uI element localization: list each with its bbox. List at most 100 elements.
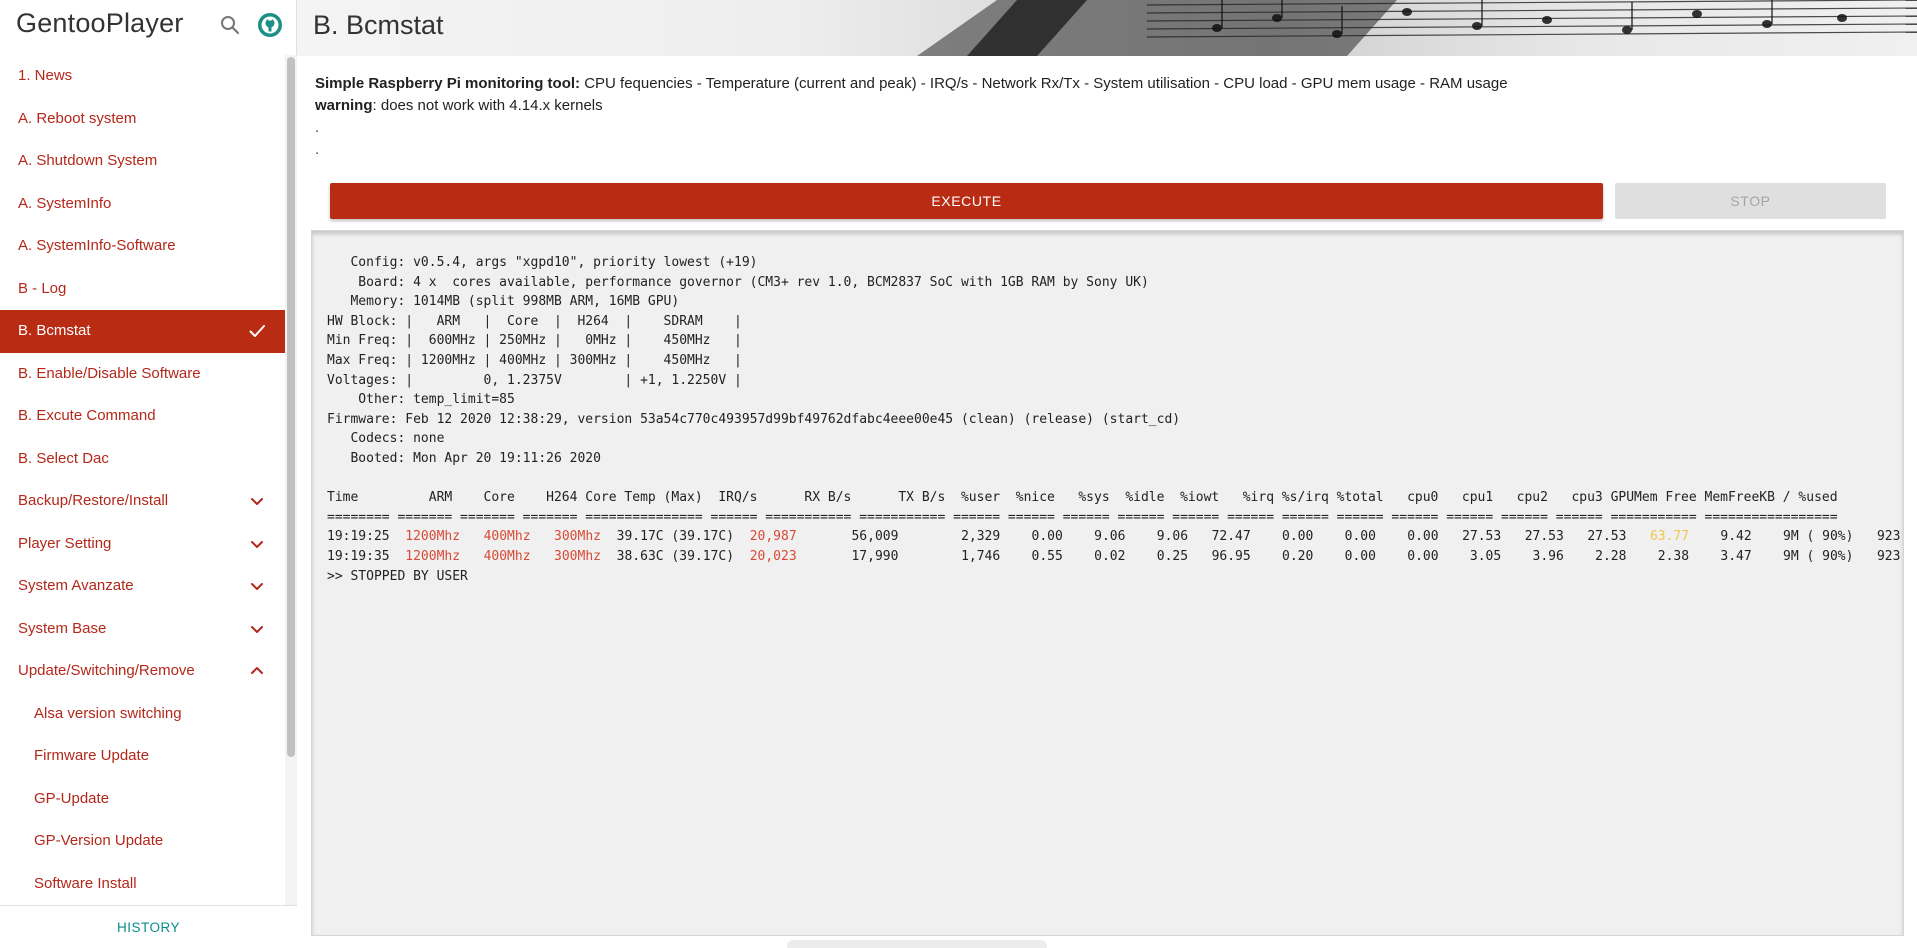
sidebar-item[interactable]: B. Bcmstat xyxy=(0,310,285,353)
console-cell-sirq: 0.00 xyxy=(1407,548,1439,564)
console-cell-tx: 1,746 xyxy=(961,548,1001,564)
console-cell-irq: 20,987 xyxy=(749,529,797,545)
console-cell-gpumem: 9M ( 90%) xyxy=(1783,548,1854,564)
sidebar-item[interactable]: GP-Version Update xyxy=(0,820,285,863)
check-icon xyxy=(249,325,265,337)
execute-button[interactable]: EXECUTE xyxy=(330,183,1603,219)
sidebar-item[interactable]: A. Reboot system xyxy=(0,98,285,141)
github-icon[interactable] xyxy=(257,12,283,38)
header-banner: B. Bcmstat xyxy=(297,0,1917,56)
console-cell-cpu1: 2.28 xyxy=(1595,548,1627,564)
sidebar-item[interactable]: System Base xyxy=(0,608,285,651)
console-cell-irqp: 0.00 xyxy=(1344,529,1376,545)
history-button[interactable]: HISTORY xyxy=(0,906,297,948)
sidebar: GentooPlayer 1. News A. Reboot system A. S… xyxy=(0,0,297,948)
sidebar-item[interactable]: B. Enable/Disable Software xyxy=(0,353,285,396)
sidebar-item-label: GP-Version Update xyxy=(34,832,164,849)
sidebar-item[interactable]: Update/Switching/Remove xyxy=(0,650,285,693)
sidebar-item-label: System Avanzate xyxy=(18,577,134,594)
stop-button[interactable]: STOP xyxy=(1615,183,1886,219)
console-info-line: Booted: Mon Apr 20 19:11:26 2020 xyxy=(327,450,601,466)
console-info-line: Firmware: Feb 12 2020 12:38:29, version … xyxy=(327,411,1181,427)
sidebar-item-label: A. SystemInfo xyxy=(18,194,112,212)
sidebar-item-label: B. Enable/Disable Software xyxy=(18,364,201,382)
sidebar-item-label: Alsa version switching xyxy=(34,704,182,722)
console-status-line: >> STOPPED BY USER xyxy=(327,568,468,584)
sheet-music-decoration xyxy=(917,0,1917,56)
chevron-up-icon xyxy=(251,667,263,674)
sidebar-item[interactable]: B. Excute Command xyxy=(0,395,285,438)
sidebar-item-label: Software Install xyxy=(34,874,137,892)
console-cell-temp: 38.63C (39.17C) xyxy=(616,548,735,564)
sidebar-item-label: System Base xyxy=(18,619,107,637)
main-content: B. Bcmstat Simple Raspberry Pi monitorin… xyxy=(297,0,1917,948)
console-info-line: Max Freq: | 1200MHz | 400MHz | 300MHz | … xyxy=(327,352,742,368)
sidebar-item-label: Update/Switching/Remove xyxy=(18,662,195,679)
search-icon[interactable] xyxy=(218,13,242,37)
console-text: Config: v0.5.4, args "xgpd10", priority … xyxy=(327,253,1903,586)
console-cell-memfree: 923,408 / xyxy=(1876,548,1903,564)
sidebar-item[interactable]: GP-Update xyxy=(0,778,285,821)
sidebar-item[interactable]: Alsa version switching xyxy=(0,693,285,736)
console-cell-nice: 0.02 xyxy=(1094,548,1126,564)
console-cell-cpu1: 27.53 xyxy=(1587,529,1627,545)
console-cell-cpu0: 27.53 xyxy=(1524,529,1564,545)
console-cell-rx: 56,009 xyxy=(851,529,899,545)
console-cell-cpu2: 63.77 xyxy=(1649,529,1690,545)
chevron-down-icon xyxy=(251,540,263,548)
sidebar-item[interactable]: Software Install xyxy=(0,863,285,906)
console-cell-cpu3: 3.47 xyxy=(1720,548,1752,564)
console-cell-total: 27.53 xyxy=(1462,529,1502,545)
sidebar-item[interactable]: Backup/Restore/Install xyxy=(0,480,285,523)
sidebar-item-label: 1. News xyxy=(18,67,73,84)
console-cell-irq: 20,023 xyxy=(749,548,797,564)
warning-bold: warning xyxy=(315,97,373,114)
console-cell-sirq: 0.00 xyxy=(1407,529,1439,545)
sidebar-item[interactable]: System Avanzate xyxy=(0,565,285,608)
console-cell-arm: 1200Mhz xyxy=(405,548,461,564)
console-cell-gpumem: 9M ( 90%) xyxy=(1783,529,1854,545)
console-cell-cpu3: 9.42 xyxy=(1720,529,1752,545)
console-cell-temp: 39.17C (39.17C) xyxy=(616,529,735,545)
sidebar-item-label: B - Log xyxy=(18,279,67,297)
sidebar-item[interactable]: Firmware Update xyxy=(0,735,285,778)
sidebar-item-label: B. Select Dac xyxy=(18,449,109,467)
sidebar-item-label: Firmware Update xyxy=(34,747,150,764)
chevron-down-icon xyxy=(251,498,263,505)
console-cell-h264: 300Mhz xyxy=(554,529,601,545)
sidebar-item[interactable]: 1. News xyxy=(0,55,285,98)
warning-text: : does not work with 4.14.x kernels xyxy=(372,97,603,114)
console-cell-cpu2: 2.38 xyxy=(1657,548,1690,564)
sidebar-header: GentooPlayer xyxy=(0,0,297,52)
console-cell-core: 400Mhz xyxy=(483,548,531,564)
console-data-row: 19:19:25 1200Mhz 400Mhz 300Mhz 39.17C (3… xyxy=(327,527,1903,547)
sidebar-nav: 1. News A. Reboot system A. Shutdown Syste… xyxy=(0,55,285,905)
sidebar-item-label: Player Setting xyxy=(18,534,112,552)
console-cell-core: 400Mhz xyxy=(483,529,531,545)
app-title: GentooPlayer xyxy=(16,8,184,38)
sidebar-item[interactable]: B - Log xyxy=(0,268,285,311)
console-data-row: 19:19:35 1200Mhz 400Mhz 300Mhz 38.63C (3… xyxy=(327,547,1903,567)
warning-line: warning: does not work with 4.14.x kerne… xyxy=(315,95,1508,117)
description-bold: Simple Raspberry Pi monitoring tool: xyxy=(315,75,581,92)
sidebar-item-label: B. Bcmstat xyxy=(18,322,91,339)
bottom-drawer-handle[interactable] xyxy=(787,940,1047,948)
sidebar-scrollbar[interactable] xyxy=(285,55,297,905)
description-text: CPU fequencies - Temperature (current an… xyxy=(580,75,1508,92)
console-info-line: Other: temp_limit=85 xyxy=(327,392,515,408)
console-info-line: Config: v0.5.4, args "xgpd10", priority … xyxy=(327,255,758,270)
console-cell-memfree: 923,380 / xyxy=(1876,529,1903,545)
sidebar-item[interactable]: A. Shutdown System xyxy=(0,140,285,183)
page-title: B. Bcmstat xyxy=(313,10,444,40)
sidebar-item[interactable]: A. SystemInfo xyxy=(0,183,285,226)
console-info-line: HW Block: | ARM | Core | H264 | SDRAM | xyxy=(327,313,742,329)
sidebar-item[interactable]: A. SystemInfo-Software xyxy=(0,225,285,268)
console-cell-total: 3.05 xyxy=(1469,548,1502,564)
sidebar-item[interactable]: B. Select Dac xyxy=(0,438,285,481)
sidebar-item-label: Backup/Restore/Install xyxy=(18,492,169,509)
console-cell-time: 19:19:25 xyxy=(327,529,390,545)
sidebar-item[interactable]: Player Setting xyxy=(0,523,285,566)
sidebar-scroll-thumb[interactable] xyxy=(287,57,295,757)
console-cell-user: 0.00 xyxy=(1031,529,1063,545)
